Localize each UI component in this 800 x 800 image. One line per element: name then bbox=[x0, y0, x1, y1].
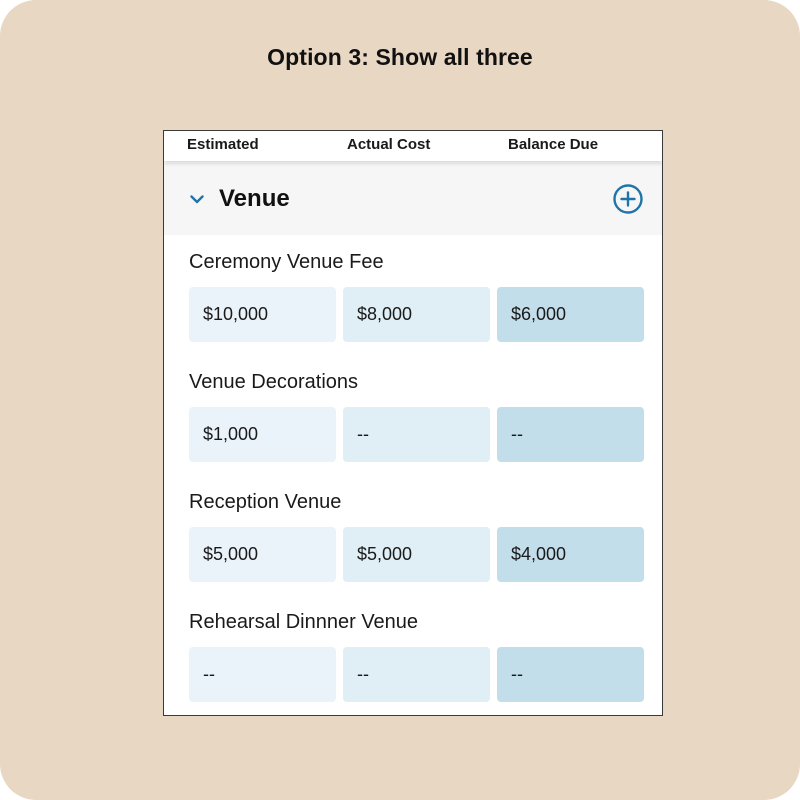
balance-due-field[interactable]: -- bbox=[497, 407, 644, 462]
actual-cost-field[interactable]: $5,000 bbox=[343, 527, 490, 582]
column-header-balance-due: Balance Due bbox=[508, 136, 599, 153]
balance-due-field[interactable]: -- bbox=[497, 647, 644, 702]
estimated-field[interactable]: $1,000 bbox=[189, 407, 336, 462]
list-item: Rehearsal Dinnner Venue -- -- -- bbox=[164, 595, 662, 715]
estimated-field[interactable]: -- bbox=[189, 647, 336, 702]
presentation-canvas: Option 3: Show all three Estimated Actua… bbox=[0, 0, 800, 800]
actual-cost-field[interactable]: $8,000 bbox=[343, 287, 490, 342]
list-item: Ceremony Venue Fee $10,000 $8,000 $6,000 bbox=[164, 235, 662, 355]
column-header-actual-cost: Actual Cost bbox=[347, 136, 431, 153]
venue-section-header[interactable]: Venue bbox=[164, 163, 662, 235]
item-label: Venue Decorations bbox=[189, 371, 359, 393]
item-label: Ceremony Venue Fee bbox=[189, 251, 384, 273]
list-item: Reception Venue $5,000 $5,000 $4,000 bbox=[164, 475, 662, 595]
list-item: Venue Decorations $1,000 -- -- bbox=[164, 355, 662, 475]
budget-panel: Estimated Actual Cost Balance Due Venue … bbox=[163, 130, 663, 716]
estimated-field[interactable]: $10,000 bbox=[189, 287, 336, 342]
item-label: Reception Venue bbox=[189, 491, 342, 513]
balance-due-field[interactable]: $6,000 bbox=[497, 287, 644, 342]
chevron-down-icon[interactable] bbox=[190, 195, 204, 204]
venue-item-list: Ceremony Venue Fee $10,000 $8,000 $6,000… bbox=[164, 235, 662, 715]
option-caption: Option 3: Show all three bbox=[267, 44, 533, 70]
plus-circle-icon[interactable] bbox=[612, 183, 644, 215]
balance-due-field[interactable]: $4,000 bbox=[497, 527, 644, 582]
item-label: Rehearsal Dinnner Venue bbox=[189, 611, 419, 633]
actual-cost-field[interactable]: -- bbox=[343, 407, 490, 462]
actual-cost-field[interactable]: -- bbox=[343, 647, 490, 702]
section-title: Venue bbox=[219, 185, 290, 212]
column-header-estimated: Estimated bbox=[187, 136, 259, 153]
estimated-field[interactable]: $5,000 bbox=[189, 527, 336, 582]
column-header-bar: Estimated Actual Cost Balance Due bbox=[164, 131, 662, 161]
